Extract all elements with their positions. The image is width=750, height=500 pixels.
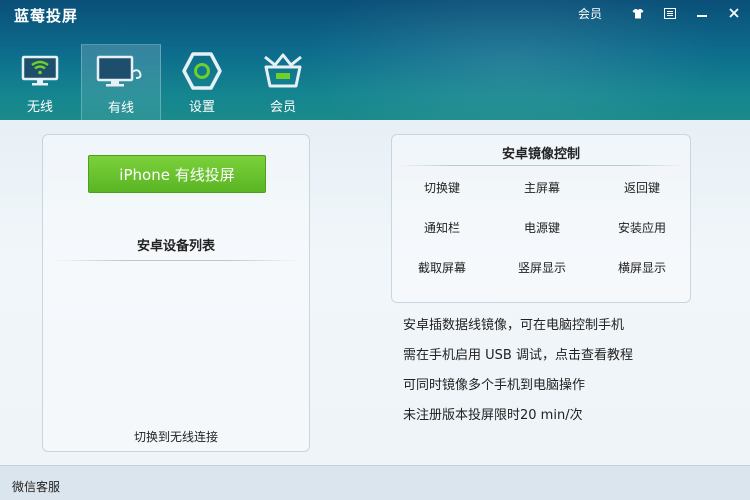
tab-member-label: 会员 (269, 100, 296, 115)
mirror-panel-title: 安卓镜像控制 (501, 147, 580, 162)
landscape-display-button[interactable]: 横屏显示 (592, 259, 692, 276)
portrait-display-button[interactable]: 竖屏显示 (492, 259, 592, 276)
tab-wired[interactable]: 有线 (81, 44, 161, 120)
main-content: iPhone 有线投屏 安卓设备列表 切换到无线连接 安卓镜像控制 切换键 主屏… (0, 120, 750, 465)
settings-hexagon-icon (182, 52, 222, 90)
tips-list: 安卓插数据线镜像，可在电脑控制手机 需在手机启用 USB 调试，点击查看教程 可… (403, 317, 633, 437)
tip-item: 未注册版本投屏限时20 min/次 (403, 408, 583, 423)
shirt-icon (632, 8, 644, 18)
iphone-wired-button[interactable]: iPhone 有线投屏 (88, 155, 266, 193)
minimize-button[interactable] (686, 0, 718, 26)
tab-settings[interactable]: 设置 (162, 44, 242, 120)
android-device-list[interactable] (51, 263, 301, 413)
menu-icon (664, 7, 676, 19)
switch-to-wireless-link[interactable]: 切换到无线连接 (43, 428, 309, 445)
member-link[interactable]: 会员 (578, 5, 602, 22)
back-key-button[interactable]: 返回键 (592, 179, 692, 196)
menu-button[interactable] (654, 0, 686, 26)
divider (51, 260, 301, 261)
tab-member[interactable]: 会员 (243, 44, 323, 120)
tab-wireless-label: 无线 (26, 100, 53, 115)
crown-basket-icon (264, 53, 302, 88)
divider (398, 165, 684, 166)
wifi-monitor-icon (21, 55, 59, 86)
status-bar: 微信客服 (0, 465, 750, 500)
usb-debug-tutorial-link[interactable]: 需在手机启用 USB 调试，点击查看教程 (403, 347, 633, 377)
close-icon (729, 8, 739, 18)
switch-key-button[interactable]: 切换键 (392, 179, 492, 196)
screenshot-button[interactable]: 截取屏幕 (392, 259, 492, 276)
tab-wired-label: 有线 (107, 101, 134, 116)
tab-settings-label: 设置 (188, 100, 215, 115)
minimize-icon (697, 15, 707, 17)
main-tabs: 无线 有线 设置 会员 (0, 44, 324, 120)
header: 蓝莓投屏 会员 无线 有线 设置 会员 (0, 0, 750, 120)
skin-button[interactable] (622, 0, 654, 26)
device-list-title: 安卓设备列表 (136, 239, 215, 254)
mirror-control-panel: 安卓镜像控制 切换键 主屏幕 返回键 通知栏 电源键 安装应用 截取屏幕 竖屏显… (391, 134, 691, 303)
tip-item: 可同时镜像多个手机到电脑操作 (403, 378, 586, 393)
tab-wireless[interactable]: 无线 (0, 44, 80, 120)
install-app-button[interactable]: 安装应用 (592, 219, 692, 236)
tip-item: 安卓插数据线镜像，可在电脑控制手机 (403, 318, 625, 333)
device-panel: iPhone 有线投屏 安卓设备列表 切换到无线连接 (42, 134, 310, 452)
app-title: 蓝莓投屏 (14, 7, 79, 25)
close-button[interactable] (718, 0, 750, 26)
power-key-button[interactable]: 电源键 (492, 219, 592, 236)
wechat-support-link[interactable]: 微信客服 (12, 478, 60, 495)
notification-bar-button[interactable]: 通知栏 (392, 219, 492, 236)
wired-monitor-icon (96, 55, 142, 87)
home-screen-button[interactable]: 主屏幕 (492, 179, 592, 196)
window-controls: 会员 (578, 0, 750, 26)
